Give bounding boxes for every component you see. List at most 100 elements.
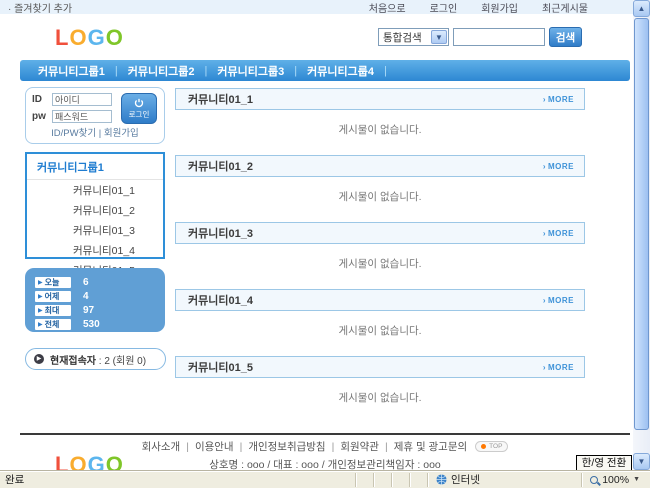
footer-link-guide[interactable]: 이용안내 [195, 439, 234, 454]
chevron-right-icon: › [543, 229, 546, 238]
more-label: MORE [548, 95, 574, 104]
pw-label: pw [32, 111, 48, 122]
footer-link-terms[interactable]: 회원약관 [340, 439, 379, 454]
stat-value: 530 [83, 319, 100, 330]
stat-chip: ▶전체 [35, 319, 71, 330]
more-label: MORE [548, 296, 574, 305]
more-link[interactable]: ›MORE [543, 229, 574, 238]
section-title: 커뮤니티01_1 [188, 91, 253, 107]
stat-row-today: ▶오늘 6 [35, 275, 165, 289]
scrollbar-thumb[interactable] [634, 18, 649, 430]
footer-separator: | [332, 441, 335, 453]
logo-letter: O [69, 25, 87, 50]
zoom-level: 100% [602, 474, 629, 486]
section-title: 커뮤니티01_2 [188, 158, 253, 174]
status-bar: 완료 인터넷 100% ▼ [0, 470, 650, 488]
more-link[interactable]: ›MORE [543, 363, 574, 372]
status-cell [373, 473, 391, 487]
nav-item-group1[interactable]: 커뮤니티그룹1 [38, 63, 105, 79]
scroll-to-top-button[interactable]: TOP [475, 441, 508, 452]
top-links: 처음으로 로그인 회원가입 최근게시물 [369, 0, 633, 15]
chevron-right-icon: › [543, 162, 546, 171]
current-visitors-box: ▶ 현재접속자 : 2 (회원 0) [25, 348, 166, 370]
section-title: 커뮤니티01_4 [188, 292, 253, 308]
section-header-community01-1: 커뮤니티01_1 ›MORE [175, 88, 585, 110]
top-link-home[interactable]: 처음으로 [369, 0, 406, 15]
top-link-login[interactable]: 로그인 [430, 0, 458, 15]
scroll-down-button[interactable]: ▼ [633, 453, 650, 470]
visitors-count: : 2 (회원 0) [96, 356, 146, 367]
more-link[interactable]: ›MORE [543, 95, 574, 104]
site-logo[interactable]: LOGO [55, 25, 124, 51]
arrow-circle-icon: ▶ [34, 354, 44, 364]
arrow-icon: ▶ [38, 321, 43, 328]
add-favorite-link[interactable]: · 즐겨찾기 추가 [0, 0, 72, 15]
login-button[interactable]: 로그인 [121, 93, 157, 124]
section-title: 커뮤니티01_5 [188, 359, 253, 375]
stat-label: 어제 [45, 291, 60, 302]
sidebar-item-community01-3[interactable]: 커뮤니티01_3 [27, 220, 163, 240]
sidebar-item-community01-4[interactable]: 커뮤니티01_4 [27, 240, 163, 260]
search-category-select[interactable]: 통합검색 ▼ [378, 28, 449, 46]
visitors-label: 현재접속자 [50, 356, 96, 367]
find-idpw-join-links[interactable]: ID/PW찾기 | 회원가입 [26, 125, 164, 139]
sidebar-item-community01-2[interactable]: 커뮤니티01_2 [27, 200, 163, 220]
chevron-right-icon: › [543, 363, 546, 372]
arrow-icon: ▶ [38, 307, 43, 314]
empty-message: 게시물이 없습니다. [175, 122, 585, 137]
top-badge-label: TOP [489, 443, 502, 450]
more-link[interactable]: ›MORE [543, 296, 574, 305]
arrow-icon: ▶ [38, 279, 43, 286]
stat-value: 6 [83, 277, 89, 288]
magnifier-icon [590, 476, 598, 484]
search-category-value: 통합검색 [379, 30, 431, 45]
footer-separator: | [385, 441, 388, 453]
empty-message: 게시물이 없습니다. [175, 189, 585, 204]
empty-message: 게시물이 없습니다. [175, 390, 585, 405]
search-input[interactable] [453, 28, 545, 46]
sidebar-item-community01-1[interactable]: 커뮤니티01_1 [27, 180, 163, 200]
nav-item-group2[interactable]: 커뮤니티그룹2 [128, 63, 195, 79]
id-field[interactable] [52, 93, 112, 106]
more-link[interactable]: ›MORE [543, 162, 574, 171]
stat-row-max: ▶최대 97 [35, 303, 165, 317]
top-link-join[interactable]: 회원가입 [481, 0, 518, 15]
top-link-recent[interactable]: 최근게시물 [542, 0, 588, 15]
nav-item-group3[interactable]: 커뮤니티그룹3 [217, 63, 284, 79]
zoom-control[interactable]: 100% ▼ [581, 473, 650, 487]
section-header-community01-4: 커뮤니티01_4 ›MORE [175, 289, 585, 311]
chevron-right-icon: › [543, 296, 546, 305]
section-header-community01-3: 커뮤니티01_3 ›MORE [175, 222, 585, 244]
pw-field[interactable] [52, 110, 112, 123]
main-navigation: 커뮤니티그룹1 | 커뮤니티그룹2 | 커뮤니티그룹3 | 커뮤니티그룹4 | [20, 60, 630, 81]
login-id-row: ID [32, 93, 112, 106]
nav-separator: | [294, 65, 297, 77]
zoom-caret-icon: ▼ [633, 476, 640, 483]
stat-chip: ▶오늘 [35, 277, 71, 288]
more-label: MORE [548, 162, 574, 171]
scroll-up-button[interactable]: ▲ [633, 0, 650, 17]
stat-row-yesterday: ▶어제 4 [35, 289, 165, 303]
logo-letter: G [88, 25, 106, 50]
login-pw-row: pw [32, 110, 112, 123]
stat-value: 4 [83, 291, 89, 302]
footer-link-privacy[interactable]: 개인정보취급방침 [248, 439, 325, 454]
korean-english-toggle-button[interactable]: 한/영 전환 [576, 455, 632, 471]
sidebar-menu: 커뮤니티그룹1 커뮤니티01_1 커뮤니티01_2 커뮤니티01_3 커뮤니티0… [25, 152, 165, 259]
stat-value: 97 [83, 305, 94, 316]
globe-icon [436, 474, 447, 485]
vertical-scrollbar[interactable]: ▲ ▼ [633, 0, 650, 470]
footer-link-ads[interactable]: 제휴 및 광고문의 [394, 439, 467, 454]
power-icon [134, 98, 144, 108]
visit-stats-box: ▶오늘 6 ▶어제 4 ▶최대 97 ▶전체 530 [25, 268, 165, 332]
security-zone: 인터넷 [427, 473, 581, 487]
nav-item-group4[interactable]: 커뮤니티그룹4 [307, 63, 374, 79]
more-label: MORE [548, 363, 574, 372]
top-utility-bar: · 즐겨찾기 추가 처음으로 로그인 회원가입 최근게시물 [0, 0, 633, 14]
search-button[interactable]: 검색 [549, 27, 582, 47]
sidebar-menu-title[interactable]: 커뮤니티그룹1 [27, 154, 163, 180]
section-title: 커뮤니티01_3 [188, 225, 253, 241]
empty-message: 게시물이 없습니다. [175, 256, 585, 271]
footer-link-about[interactable]: 회사소개 [142, 439, 181, 454]
stat-chip: ▶어제 [35, 291, 71, 302]
